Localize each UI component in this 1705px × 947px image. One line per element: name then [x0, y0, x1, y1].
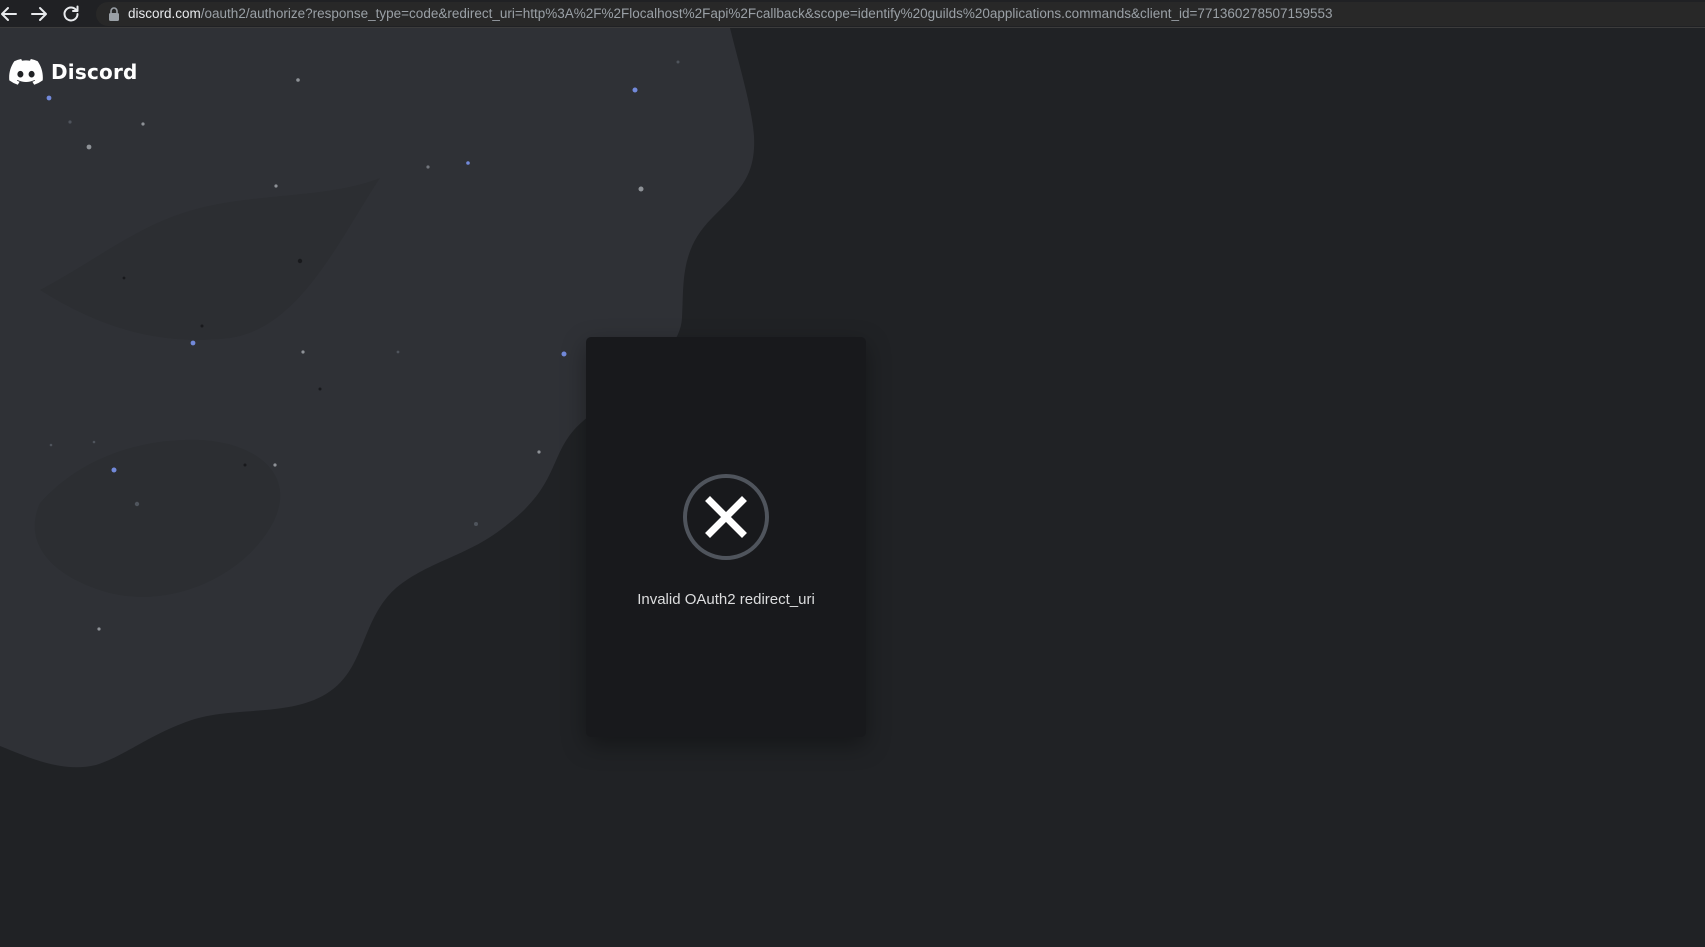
forward-button[interactable] [28, 3, 50, 25]
browser-toolbar: discord.com/oauth2/authorize?response_ty… [0, 0, 1705, 28]
discord-logo[interactable]: Discord [9, 59, 138, 85]
back-button[interactable] [0, 3, 20, 25]
arrow-right-icon [31, 7, 47, 21]
address-bar[interactable]: discord.com/oauth2/authorize?response_ty… [96, 2, 1705, 26]
url-text: discord.com/oauth2/authorize?response_ty… [128, 6, 1333, 22]
reload-button[interactable] [60, 3, 82, 25]
error-card: Invalid OAuth2 redirect_uri [586, 337, 866, 737]
auth-page: Discord Invalid OAuth2 redirect_uri [0, 28, 1705, 947]
reload-icon [63, 5, 79, 22]
discord-wordmark: Discord [51, 60, 138, 84]
error-message: Invalid OAuth2 redirect_uri [637, 591, 815, 608]
url-path: /oauth2/authorize?response_type=code&red… [200, 6, 1333, 21]
url-host: discord.com [128, 6, 201, 21]
arrow-left-icon [1, 7, 17, 21]
close-circle-icon [683, 474, 769, 560]
lock-icon [109, 7, 119, 21]
discord-logo-icon [9, 59, 43, 85]
